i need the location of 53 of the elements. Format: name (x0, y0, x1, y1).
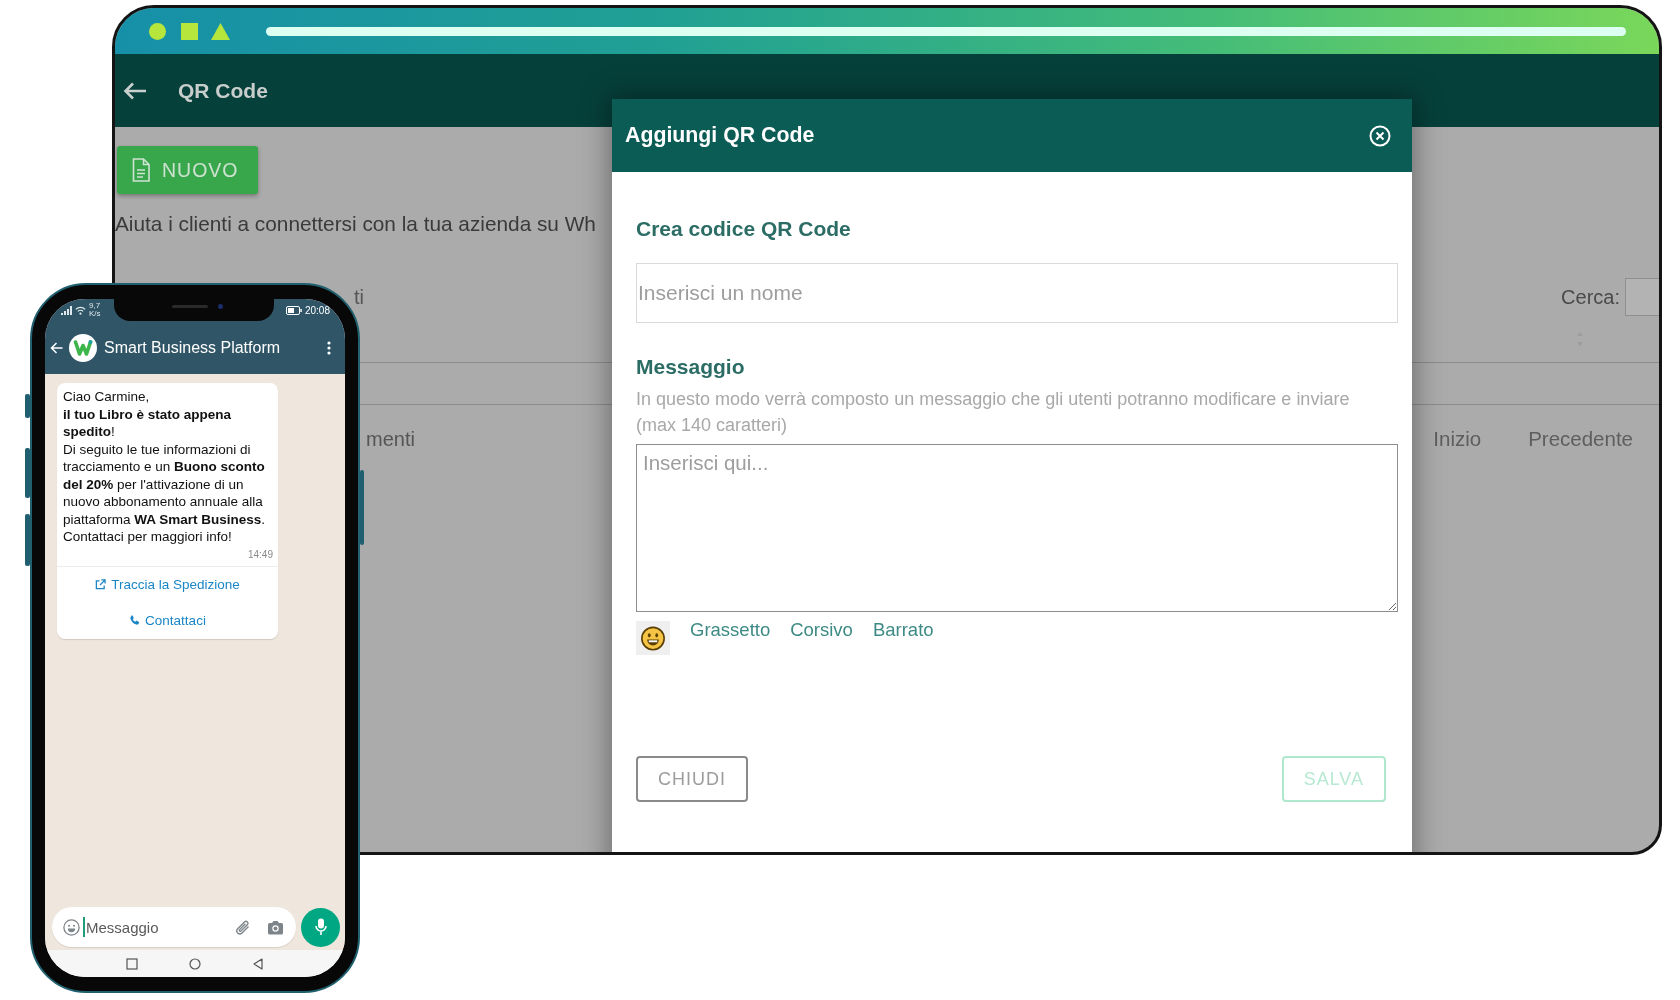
square-icon[interactable] (126, 957, 138, 970)
phone-icon (129, 615, 141, 626)
message-composer-field[interactable]: Messaggio (52, 907, 296, 947)
voice-message-button[interactable] (301, 907, 340, 947)
network-speed: 9,7 (89, 301, 101, 310)
menu-icon[interactable] (327, 340, 331, 355)
message-text: Ciao Carmine, il tuo Libro è stato appena spedito! Di seguito le tue informazioni di tracciamento e un Buono sconto del 20% per l'attivazione di un nuovo abbonamento annuale alla piattaforma WA Smart Business. Contattaci per maggiori info! (62, 388, 267, 546)
document-icon (132, 158, 150, 182)
description-text: Aiuta i clienti a connettersi con la tua azienda su Wh (115, 212, 596, 236)
paperclip-icon[interactable] (234, 918, 251, 936)
pagination-link[interactable]: Inizio (1433, 427, 1482, 451)
circle-icon (149, 22, 166, 40)
new-button[interactable]: NUOVO (117, 146, 258, 194)
microphone-icon (314, 918, 327, 936)
section-heading: Messaggio (636, 355, 745, 379)
battery-icon (285, 305, 302, 315)
page-title: QR Code (178, 78, 268, 103)
smiley-icon[interactable] (636, 621, 670, 655)
section-heading: Crea codice QR Code (636, 217, 851, 241)
name-input-field[interactable]: Inserisci un nome (636, 263, 1398, 323)
message-time: 14:49 (246, 547, 274, 562)
logo-icon (69, 333, 97, 362)
format-link[interactable]: Corsivo (790, 620, 853, 640)
close-icon (1369, 124, 1391, 147)
wifi-icon (75, 305, 86, 315)
message-action-button[interactable]: Contattaci (57, 602, 278, 639)
format-link[interactable]: Grassetto (690, 620, 771, 640)
modal-title: Aggiungi QR Code (625, 123, 815, 148)
signal-icon (61, 305, 73, 315)
text-caret-icon (83, 917, 85, 937)
external-link-icon (95, 579, 107, 590)
triangle-icon (211, 22, 230, 40)
back-icon[interactable] (252, 957, 264, 970)
message-textarea[interactable]: Inserisci qui... (636, 444, 1398, 612)
close-dialog-button[interactable]: CHIUDI (636, 756, 748, 802)
network-speed-unit: K/s (89, 310, 101, 319)
page-length-label: ti (354, 285, 364, 309)
message-input-field[interactable]: Messaggio (85, 918, 234, 936)
search-label: Cerca: (1561, 285, 1620, 309)
back-arrow-icon[interactable] (123, 80, 147, 101)
contact-name: Smart Business Platform (104, 338, 281, 357)
hint-text: In questo modo verrà composto un messaggio che gli utenti potranno modificare e inviare (max 140 caratteri) (636, 388, 1351, 437)
smiley-icon[interactable] (63, 918, 80, 936)
home-icon[interactable] (189, 957, 201, 970)
close-button[interactable] (1369, 124, 1391, 147)
square-icon (181, 22, 198, 40)
message-action-button[interactable]: Traccia la Spedizione (57, 566, 278, 603)
phone-side-button[interactable] (25, 394, 30, 418)
pagination-link[interactable]: Precedente (1528, 427, 1633, 451)
status-time: 20:08 (304, 304, 330, 316)
format-link[interactable]: Barrato (872, 620, 934, 640)
camera-icon[interactable] (267, 919, 284, 935)
table-info-text: menti (366, 427, 415, 451)
